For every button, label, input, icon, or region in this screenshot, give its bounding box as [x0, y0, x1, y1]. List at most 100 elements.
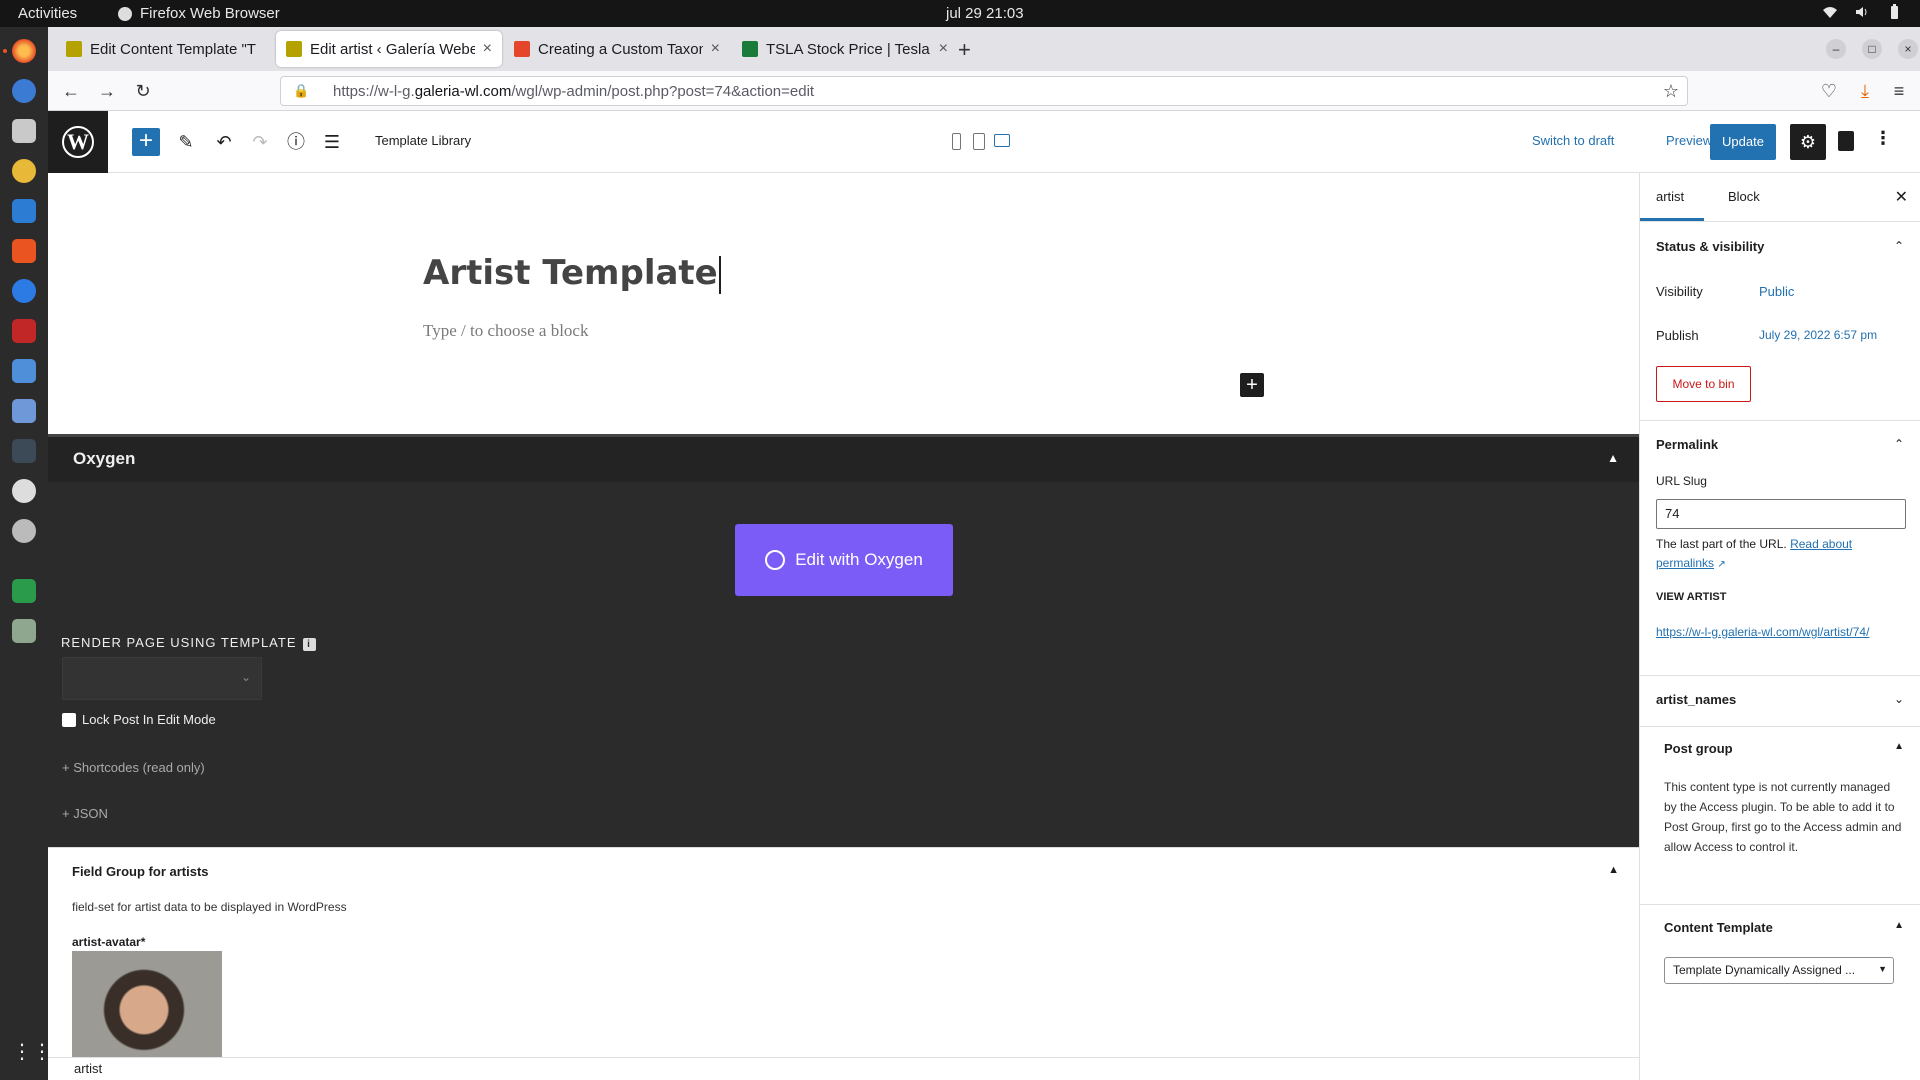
- software-icon[interactable]: [12, 239, 36, 263]
- artist-avatar-label: artist-avatar*: [72, 935, 146, 949]
- chevron-up-icon[interactable]: ⌃: [1894, 437, 1904, 451]
- app-menu[interactable]: Firefox Web Browser: [118, 5, 280, 22]
- minimize-icon[interactable]: –: [1826, 39, 1846, 59]
- post-title[interactable]: Artist Template: [423, 253, 721, 294]
- preview-button[interactable]: Preview: [1666, 133, 1712, 148]
- content-template-select[interactable]: Template Dynamically Assigned ... ▼: [1664, 957, 1894, 984]
- options-kebab-icon[interactable]: ⋮: [1874, 128, 1892, 149]
- menu-icon[interactable]: ≡: [1888, 80, 1910, 102]
- back-icon[interactable]: ←: [60, 80, 82, 102]
- clock[interactable]: jul 29 21:03: [946, 5, 1024, 22]
- info-icon[interactable]: i: [302, 638, 316, 651]
- tab-edit-content-template[interactable]: Edit Content Template "T: [56, 31, 278, 67]
- edit-pencil-icon[interactable]: ✎: [172, 128, 200, 156]
- writer-icon[interactable]: [12, 199, 36, 223]
- system-monitor-icon[interactable]: [12, 439, 36, 463]
- system-tray[interactable]: [1822, 4, 1902, 20]
- new-tab-button[interactable]: +: [958, 37, 971, 63]
- view-artist-link[interactable]: https://w-l-g.galeria-wl.com/wgl/artist/…: [1656, 623, 1906, 641]
- content-template-value: Template Dynamically Assigned ...: [1673, 963, 1856, 977]
- lock-post-checkbox-row[interactable]: Lock Post In Edit Mode: [62, 712, 216, 727]
- content-template-heading[interactable]: Content Template: [1664, 920, 1773, 935]
- downloads-icon[interactable]: ⤓: [1854, 80, 1876, 102]
- switch-to-draft-button[interactable]: Switch to draft: [1532, 133, 1614, 148]
- edit-with-oxygen-label: Edit with Oxygen: [795, 550, 923, 569]
- tab-tsla[interactable]: TSLA Stock Price | Tesla I ×: [732, 31, 958, 67]
- close-tab-icon[interactable]: ×: [711, 40, 720, 58]
- publish-date-toggle[interactable]: July 29, 2022 6:57 pm: [1759, 328, 1877, 342]
- settings-dock-icon[interactable]: [12, 519, 36, 543]
- collapse-toggle-icon[interactable]: ▲: [1608, 864, 1619, 876]
- reload-icon[interactable]: ↻: [132, 80, 154, 102]
- calc-icon[interactable]: [12, 579, 36, 603]
- tab-block[interactable]: Block: [1718, 173, 1778, 221]
- collapse-toggle-icon[interactable]: ▲: [1894, 741, 1904, 752]
- chevron-up-icon[interactable]: ⌃: [1894, 239, 1904, 253]
- close-tab-icon[interactable]: ×: [483, 40, 492, 58]
- render-template-select[interactable]: ⌄: [62, 657, 262, 700]
- rhythmbox-icon[interactable]: [12, 159, 36, 183]
- app-grid-icon[interactable]: ⋮⋮⋮: [12, 1040, 72, 1064]
- collapse-toggle-icon[interactable]: ▲: [1607, 451, 1619, 465]
- tab-artist[interactable]: artist: [1640, 173, 1704, 221]
- plugin-sidebar-icon[interactable]: [1838, 131, 1854, 151]
- activities-button[interactable]: Activities: [18, 5, 77, 22]
- url-slug-input[interactable]: 74: [1656, 499, 1906, 529]
- forward-icon[interactable]: →: [96, 80, 118, 102]
- undo-icon[interactable]: ↶: [210, 128, 238, 156]
- pocket-icon[interactable]: ♡: [1818, 80, 1840, 102]
- maximize-icon[interactable]: □: [1862, 39, 1882, 59]
- settings-gear-icon[interactable]: ⚙: [1790, 124, 1826, 160]
- tab-edit-artist[interactable]: Edit artist ‹ Galería Webe ×: [276, 31, 502, 67]
- lock-icon[interactable]: 🔒: [293, 83, 309, 99]
- battery-icon: [1891, 4, 1898, 19]
- close-tab-icon[interactable]: ×: [939, 40, 948, 58]
- visibility-toggle[interactable]: Public: [1759, 284, 1794, 299]
- disk-usage-icon[interactable]: [12, 479, 36, 503]
- chevron-down-icon[interactable]: ⌄: [1894, 692, 1904, 706]
- artist-avatar-image[interactable]: [72, 951, 222, 1058]
- thunderbird-icon[interactable]: [12, 79, 36, 103]
- move-to-bin-button[interactable]: Move to bin: [1656, 366, 1751, 402]
- permalink-heading[interactable]: Permalink: [1656, 437, 1718, 452]
- tablet-preview-icon[interactable]: [973, 133, 985, 150]
- url-bar[interactable]: 🔒 https://w-l-g.galeria-wl.com/wgl/wp-ad…: [280, 76, 1688, 106]
- mobile-preview-icon[interactable]: [952, 133, 961, 150]
- stock-favicon-icon: [742, 41, 758, 57]
- redo-icon[interactable]: ↷: [246, 128, 274, 156]
- add-block-button[interactable]: +: [132, 128, 160, 156]
- divider: [1640, 420, 1920, 421]
- wordpress-logo[interactable]: W: [48, 111, 108, 173]
- list-view-icon[interactable]: ☰: [318, 128, 346, 156]
- text-editor-icon[interactable]: [12, 399, 36, 423]
- breadcrumb-item[interactable]: artist: [74, 1061, 102, 1076]
- status-visibility-heading[interactable]: Status & visibility: [1656, 239, 1764, 254]
- inline-add-block-button[interactable]: +: [1240, 373, 1264, 397]
- close-sidebar-icon[interactable]: ✕: [1895, 187, 1908, 207]
- update-button[interactable]: Update: [1710, 124, 1776, 160]
- close-window-icon[interactable]: ×: [1898, 39, 1918, 59]
- json-toggle[interactable]: + JSON: [62, 806, 108, 821]
- firefox-dock-icon[interactable]: [12, 39, 36, 63]
- info-icon[interactable]: ⓘ: [282, 128, 310, 156]
- tab-title: Creating a Custom Taxon: [538, 40, 703, 58]
- tab-custom-taxonomy[interactable]: Creating a Custom Taxon ×: [504, 31, 730, 67]
- remmina-icon[interactable]: [12, 359, 36, 383]
- filezilla-icon[interactable]: [12, 319, 36, 343]
- desktop-preview-icon[interactable]: [994, 134, 1010, 147]
- artist-names-heading[interactable]: artist_names: [1656, 692, 1736, 707]
- collapse-toggle-icon[interactable]: ▲: [1894, 920, 1904, 931]
- shortcodes-toggle[interactable]: + Shortcodes (read only): [62, 760, 205, 775]
- bookmark-star-icon[interactable]: ☆: [1663, 81, 1679, 102]
- app-name: Firefox Web Browser: [140, 5, 280, 22]
- template-library-button[interactable]: Template Library: [375, 133, 471, 148]
- help-icon[interactable]: [12, 279, 36, 303]
- lock-post-checkbox[interactable]: [62, 712, 76, 727]
- block-placeholder[interactable]: Type / to choose a block: [423, 321, 588, 341]
- oxygen-metabox-header[interactable]: Oxygen ▲: [48, 437, 1639, 482]
- edit-with-oxygen-button[interactable]: Edit with Oxygen: [735, 524, 953, 596]
- post-group-heading[interactable]: Post group: [1664, 741, 1733, 756]
- volume-icon: [1856, 7, 1867, 17]
- files-icon[interactable]: [12, 119, 36, 143]
- trash-icon[interactable]: [12, 619, 36, 643]
